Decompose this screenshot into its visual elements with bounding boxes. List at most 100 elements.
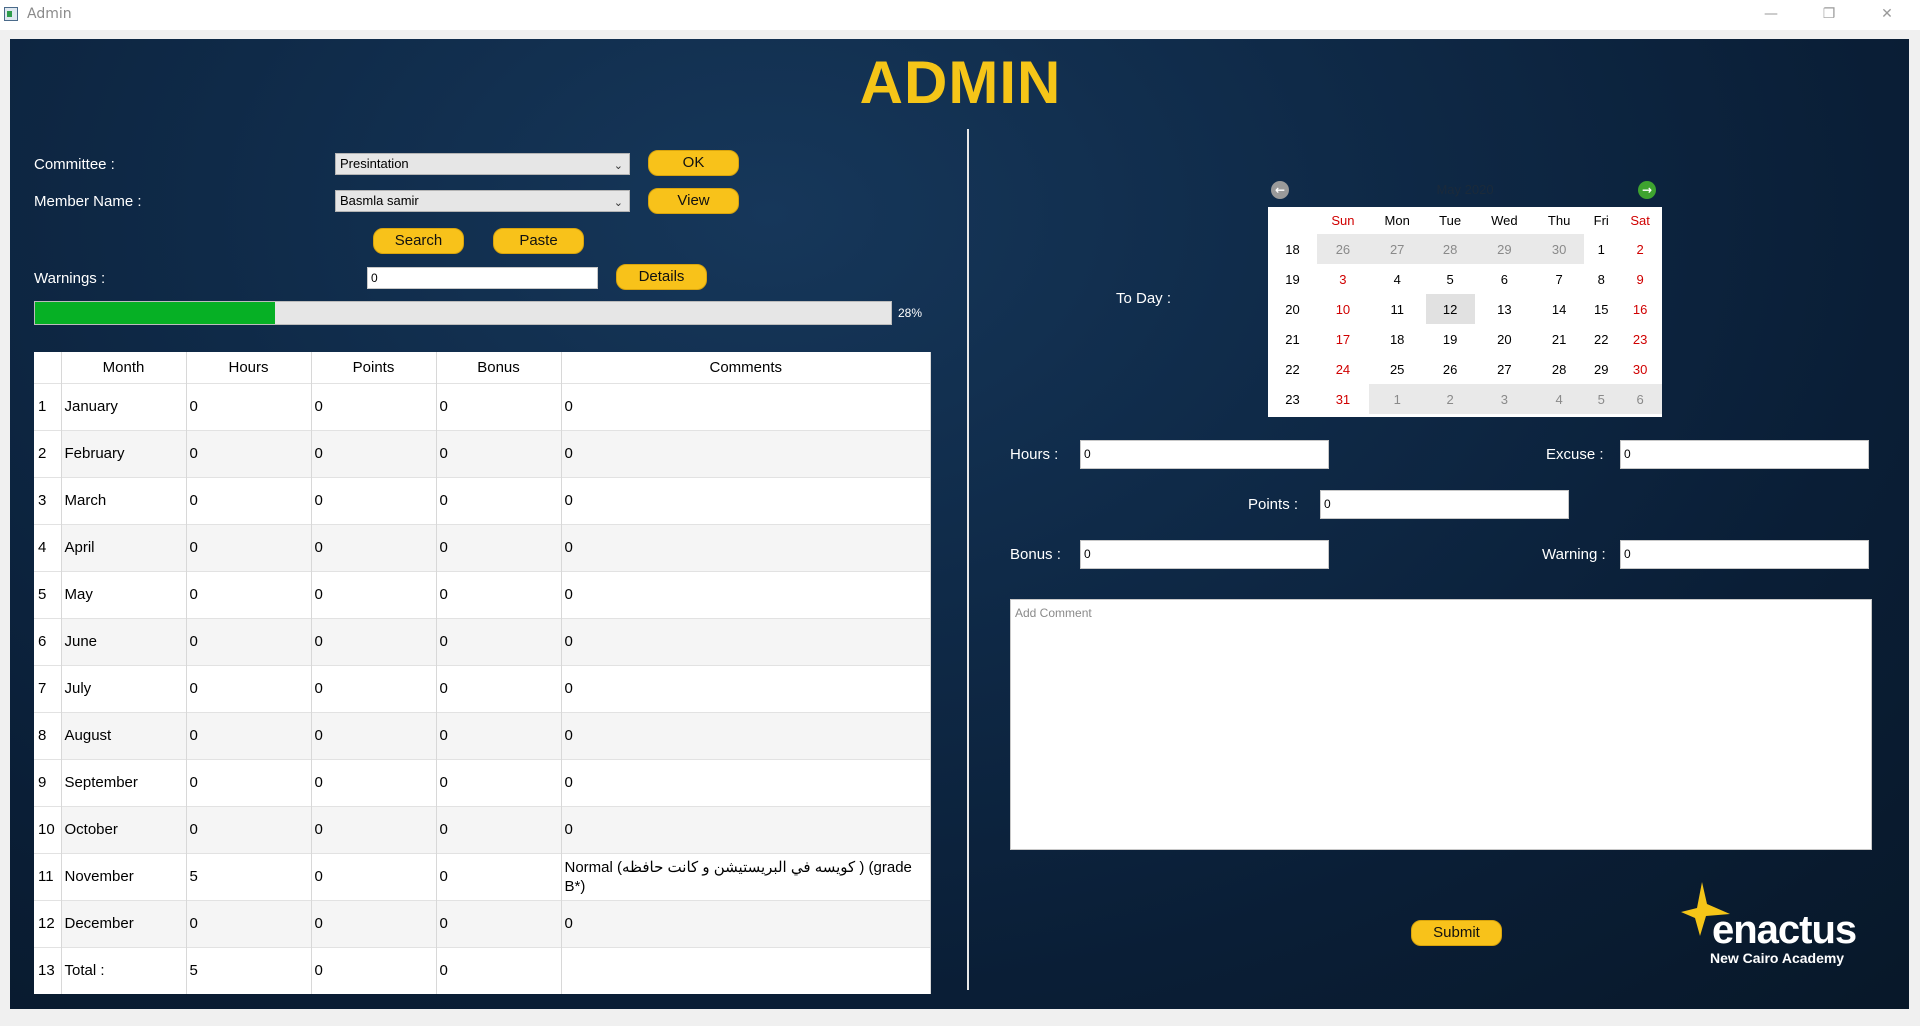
cell-month[interactable]: Total : bbox=[61, 946, 187, 994]
cell-month[interactable]: April bbox=[61, 523, 187, 571]
calendar-day[interactable]: 10 bbox=[1317, 294, 1369, 324]
calendar-day[interactable]: 6 bbox=[1475, 264, 1534, 294]
cell-hours[interactable]: 5 bbox=[186, 852, 312, 900]
calendar-day[interactable]: 22 bbox=[1584, 324, 1618, 354]
cell-bonus[interactable]: 0 bbox=[436, 946, 562, 994]
cell-bonus[interactable]: 0 bbox=[436, 570, 562, 618]
calendar-day[interactable]: 4 bbox=[1369, 264, 1426, 294]
table-row[interactable]: 11 November 5 0 0 Normal (كويسه في البريستيشن… bbox=[34, 852, 931, 900]
calendar-day[interactable]: 11 bbox=[1369, 294, 1426, 324]
member-name-select[interactable]: Basmla samir ⌄ bbox=[335, 190, 630, 212]
arrow-right-icon[interactable]: → bbox=[1638, 181, 1656, 199]
cell-hours[interactable]: 5 bbox=[186, 946, 312, 994]
cell-bonus[interactable]: 0 bbox=[436, 899, 562, 947]
calendar-day[interactable]: 5 bbox=[1584, 384, 1619, 414]
cell-hours[interactable]: 0 bbox=[186, 382, 312, 430]
calendar-day[interactable]: 1 bbox=[1368, 384, 1426, 414]
calendar-day[interactable]: 16 bbox=[1618, 294, 1662, 324]
calendar-day[interactable]: 4 bbox=[1534, 384, 1585, 414]
restore-button[interactable]: ❐ bbox=[1800, 0, 1858, 30]
cell-points[interactable]: 0 bbox=[311, 899, 437, 947]
table-row[interactable]: 1 January 0 0 0 0 bbox=[34, 382, 931, 430]
table-row[interactable]: 6 June 0 0 0 0 bbox=[34, 617, 931, 665]
cell-bonus[interactable]: 0 bbox=[436, 805, 562, 853]
calendar-day[interactable]: 25 bbox=[1369, 354, 1426, 384]
warnings-field[interactable]: 0 bbox=[367, 267, 598, 289]
submit-button[interactable]: Submit bbox=[1411, 920, 1502, 946]
cell-comments[interactable]: 0 bbox=[561, 617, 931, 665]
calendar-day[interactable]: 26 bbox=[1426, 354, 1475, 384]
table-row[interactable]: 7 July 0 0 0 0 bbox=[34, 664, 931, 712]
cell-comments[interactable]: 0 bbox=[561, 429, 931, 477]
cell-points[interactable]: 0 bbox=[311, 711, 437, 759]
cell-hours[interactable]: 0 bbox=[186, 711, 312, 759]
calendar-day[interactable]: 30 bbox=[1534, 234, 1585, 264]
cell-month[interactable]: January bbox=[61, 382, 187, 430]
calendar-day[interactable]: 28 bbox=[1425, 234, 1475, 264]
calendar-day[interactable]: 6 bbox=[1618, 384, 1662, 414]
calendar-day[interactable]: 8 bbox=[1584, 264, 1618, 294]
table-row[interactable]: 12 December 0 0 0 0 bbox=[34, 899, 931, 947]
cell-hours[interactable]: 0 bbox=[186, 429, 312, 477]
cell-hours[interactable]: 0 bbox=[186, 476, 312, 524]
table-row[interactable]: 10 October 0 0 0 0 bbox=[34, 805, 931, 853]
cell-bonus[interactable]: 0 bbox=[436, 617, 562, 665]
calendar-day[interactable]: 19 bbox=[1426, 324, 1475, 354]
cell-comments[interactable]: 0 bbox=[561, 758, 931, 806]
cell-month[interactable]: October bbox=[61, 805, 187, 853]
cell-bonus[interactable]: 0 bbox=[436, 476, 562, 524]
column-header-hours[interactable]: Hours bbox=[186, 352, 312, 383]
cell-points[interactable]: 0 bbox=[311, 805, 437, 853]
calendar-day[interactable]: 29 bbox=[1584, 354, 1618, 384]
calendar-day[interactable]: 2 bbox=[1618, 234, 1662, 264]
paste-button[interactable]: Paste bbox=[493, 228, 584, 254]
close-button[interactable]: ✕ bbox=[1858, 0, 1916, 30]
calendar-day[interactable]: 5 bbox=[1426, 264, 1475, 294]
cell-comments[interactable] bbox=[561, 946, 931, 994]
cell-points[interactable]: 0 bbox=[311, 476, 437, 524]
cell-points[interactable]: 0 bbox=[311, 758, 437, 806]
calendar-year[interactable]: 2020 bbox=[1465, 182, 1494, 197]
cell-month[interactable]: September bbox=[61, 758, 187, 806]
points-field[interactable]: 0 bbox=[1320, 490, 1569, 519]
table-row[interactable]: 9 September 0 0 0 0 bbox=[34, 758, 931, 806]
cell-comments[interactable]: Normal (كويسه في البريستيشن و كانت حافظه… bbox=[561, 852, 931, 900]
cell-hours[interactable]: 0 bbox=[186, 570, 312, 618]
table-row[interactable]: 5 May 0 0 0 0 bbox=[34, 570, 931, 618]
cell-month[interactable]: December bbox=[61, 899, 187, 947]
table-row[interactable]: 8 August 0 0 0 0 bbox=[34, 711, 931, 759]
column-header-month[interactable]: Month bbox=[61, 352, 187, 383]
ok-button[interactable]: OK bbox=[648, 150, 739, 176]
cell-comments[interactable]: 0 bbox=[561, 570, 931, 618]
excuse-field[interactable]: 0 bbox=[1620, 440, 1869, 469]
calendar-day[interactable]: 31 bbox=[1317, 384, 1369, 414]
table-row[interactable]: 2 February 0 0 0 0 bbox=[34, 429, 931, 477]
cell-comments[interactable]: 0 bbox=[561, 476, 931, 524]
cell-bonus[interactable]: 0 bbox=[436, 382, 562, 430]
cell-comments[interactable]: 0 bbox=[561, 523, 931, 571]
calendar-day[interactable]: 17 bbox=[1317, 324, 1369, 354]
column-header-comments[interactable]: Comments bbox=[561, 352, 931, 383]
table-row[interactable]: 13 Total :500 bbox=[34, 946, 931, 994]
calendar-day[interactable]: 24 bbox=[1317, 354, 1369, 384]
calendar-day[interactable]: 27 bbox=[1368, 234, 1426, 264]
comment-textarea[interactable]: Add Comment bbox=[1010, 599, 1872, 850]
calendar-day[interactable]: 27 bbox=[1475, 354, 1534, 384]
warning-field[interactable]: 0 bbox=[1620, 540, 1869, 569]
cell-hours[interactable]: 0 bbox=[186, 805, 312, 853]
cell-month[interactable]: May bbox=[61, 570, 187, 618]
cell-points[interactable]: 0 bbox=[311, 570, 437, 618]
calendar-day[interactable]: 28 bbox=[1534, 354, 1584, 384]
calendar-month-year[interactable]: May 2020 bbox=[1268, 182, 1662, 197]
calendar-day[interactable]: 30 bbox=[1618, 354, 1662, 384]
cell-points[interactable]: 0 bbox=[311, 429, 437, 477]
cell-bonus[interactable]: 0 bbox=[436, 852, 562, 900]
calendar-day[interactable]: 29 bbox=[1474, 234, 1535, 264]
cell-bonus[interactable]: 0 bbox=[436, 758, 562, 806]
view-button[interactable]: View bbox=[648, 188, 739, 214]
hours-field[interactable]: 0 bbox=[1080, 440, 1329, 469]
column-header-points[interactable]: Points bbox=[311, 352, 437, 383]
calendar-day[interactable]: 26 bbox=[1317, 234, 1369, 264]
calendar-day[interactable]: 3 bbox=[1474, 384, 1535, 414]
cell-hours[interactable]: 0 bbox=[186, 899, 312, 947]
